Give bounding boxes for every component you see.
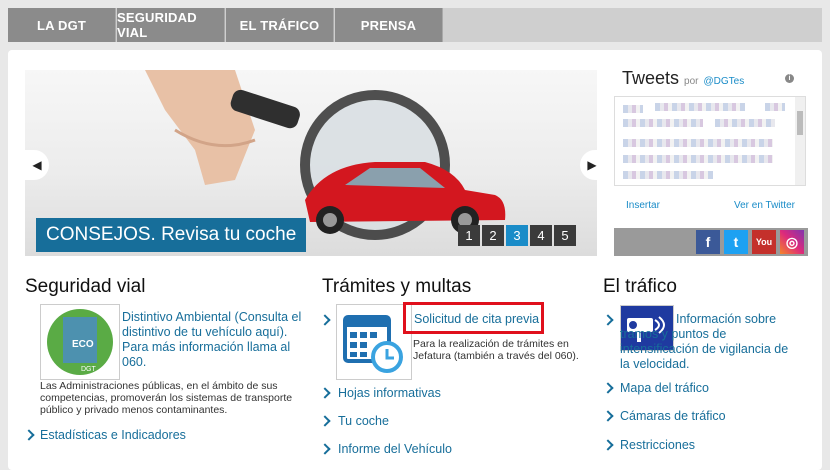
link-tu-coche[interactable]: Tu coche: [338, 414, 389, 428]
youtube-icon[interactable]: You: [752, 230, 776, 254]
top-navigation: LA DGT SEGURIDAD VIAL EL TRÁFICO PRENSA: [8, 8, 822, 42]
pager-5[interactable]: 5: [554, 225, 576, 246]
section-title-trafico: El tráfico: [603, 276, 677, 297]
tweets-feed[interactable]: [614, 96, 806, 186]
chevron-left-icon: ◀: [32, 158, 42, 172]
tweets-widget: Tweets por @DGTes i: [614, 62, 808, 222]
distintivo-description: Las Administraciones públicas, en el ámb…: [40, 380, 293, 416]
pager-3[interactable]: 3: [506, 225, 528, 246]
slider-pager: 1 2 3 4 5: [458, 225, 576, 246]
link-restricciones[interactable]: Restricciones: [620, 438, 695, 452]
highlight-box: [403, 302, 544, 334]
pager-2[interactable]: 2: [482, 225, 504, 246]
info-icon[interactable]: i: [785, 74, 794, 83]
section-title-tramites: Trámites y multas: [322, 276, 472, 297]
dgt-text: DGT: [81, 366, 97, 373]
calendar-image[interactable]: [336, 304, 412, 380]
tweets-handle[interactable]: @DGTes: [704, 76, 745, 87]
slider-next-button[interactable]: ▶: [580, 150, 604, 180]
cita-previa-description: Para la realización de trámites en Jefat…: [413, 338, 579, 362]
nav-tab-prensa[interactable]: PRENSA: [335, 8, 443, 42]
link-informe-vehiculo[interactable]: Informe del Vehículo: [338, 442, 452, 456]
distintivo-link[interactable]: Distintivo Ambiental (Consulta el distin…: [122, 310, 302, 370]
blurred-text: [655, 103, 745, 111]
nav-tab-el-trafico[interactable]: EL TRÁFICO: [226, 8, 334, 42]
scroll-thumb[interactable]: [797, 111, 803, 135]
tweets-scrollbar[interactable]: [795, 97, 805, 185]
tweets-by: por: [684, 76, 699, 87]
link-mapa-trafico[interactable]: Mapa del tráfico: [620, 381, 709, 395]
tweets-title: Tweets: [622, 68, 680, 88]
instagram-icon[interactable]: ◎: [780, 230, 804, 254]
embed-link[interactable]: Insertar: [626, 200, 660, 211]
nav-tab-seguridad-vial[interactable]: SEGURIDAD VIAL: [117, 8, 225, 42]
nav-tab-la-dgt[interactable]: LA DGT: [8, 8, 116, 42]
slider-caption[interactable]: CONSEJOS. Revisa tu coche: [36, 218, 306, 252]
calendar-clock-icon: [343, 315, 403, 373]
blurred-text: [623, 119, 703, 127]
view-on-twitter-link[interactable]: Ver en Twitter: [734, 200, 795, 211]
twitter-icon[interactable]: t: [724, 230, 748, 254]
vigilancia-link[interactable]: Información sobre tramos y puntos de int…: [620, 312, 795, 372]
section-title-seguridad: Seguridad vial: [25, 276, 146, 297]
blurred-text: [715, 119, 775, 127]
eco-text: ECO: [72, 339, 94, 350]
chevron-right-icon: ▶: [587, 158, 597, 172]
link-camaras-trafico[interactable]: Cámaras de tráfico: [620, 409, 726, 423]
link-estadisticas[interactable]: Estadísticas e Indicadores: [40, 428, 186, 442]
blurred-text: [765, 103, 785, 111]
blurred-text: [623, 105, 643, 113]
facebook-icon[interactable]: f: [696, 230, 720, 254]
pager-4[interactable]: 4: [530, 225, 552, 246]
eco-label-icon: ECO DGT: [47, 309, 113, 375]
blurred-text: [623, 171, 713, 179]
link-hojas-informativas[interactable]: Hojas informativas: [338, 386, 441, 400]
social-bar: f t You ◎: [614, 228, 808, 256]
blurred-text: [623, 139, 773, 147]
tweets-header: Tweets por @DGTes: [622, 68, 744, 89]
pager-1[interactable]: 1: [458, 225, 480, 246]
eco-badge-image[interactable]: ECO DGT: [40, 304, 120, 380]
blurred-text: [623, 155, 773, 163]
